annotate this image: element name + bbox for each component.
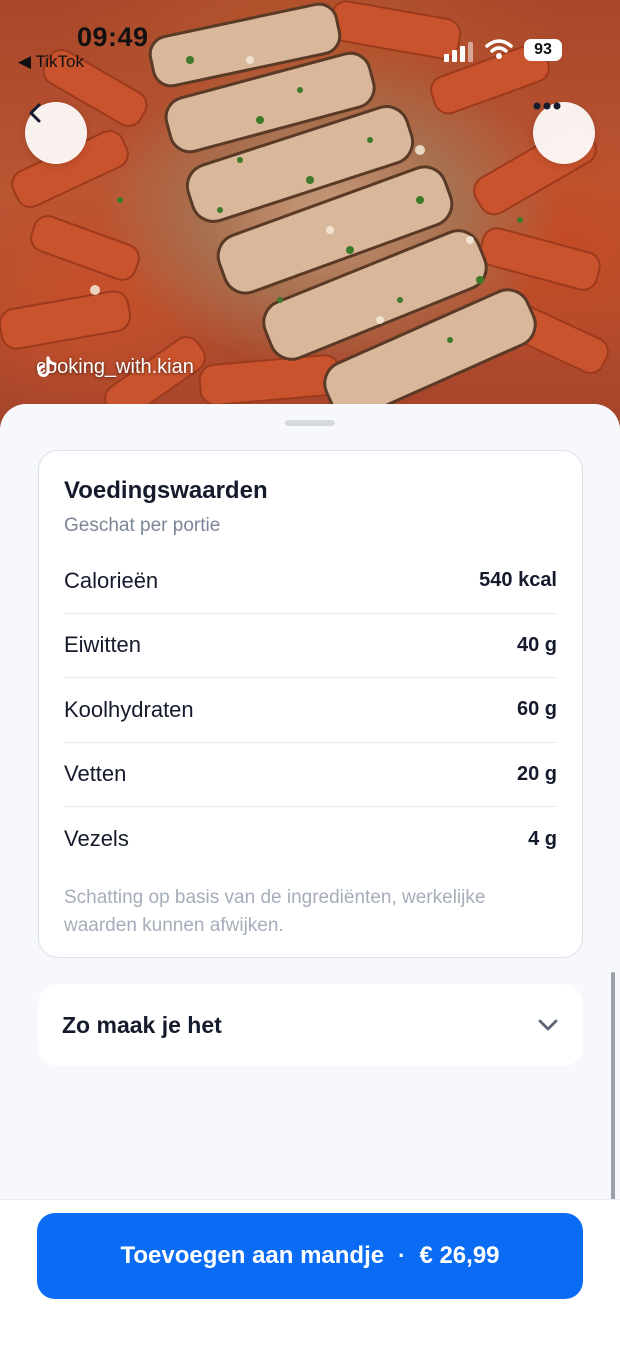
nutrition-table: Calorieën 540 kcal Eiwitten 40 g Koolhyd… (64, 549, 557, 872)
nutrition-row-fiber: Vezels 4 g (64, 807, 557, 872)
nutrition-label: Koolhydraten (64, 696, 194, 722)
nutrition-row-calories: Calorieën 540 kcal (64, 549, 557, 614)
scrollbar[interactable] (611, 972, 615, 1200)
more-dots-icon (533, 102, 561, 110)
bottom-action-bar: Toevoegen aan mandje · € 26,99 (0, 1199, 620, 1348)
cta-separator: · (398, 1243, 406, 1268)
sheet-grabber[interactable] (285, 420, 335, 426)
chevron-down-icon (538, 1019, 558, 1031)
nutrition-row-carbs: Koolhydraten 60 g (64, 678, 557, 743)
tiktok-icon (37, 356, 57, 377)
nutrition-title: Voedingswaarden (64, 477, 268, 504)
add-to-cart-button[interactable]: Toevoegen aan mandje · € 26,99 (37, 1213, 583, 1299)
nutrition-value: 60 g (516, 698, 557, 721)
author-credit[interactable]: cooking_with.kian (36, 356, 194, 379)
nutrition-value: 4 g (528, 827, 557, 850)
instructions-title: Zo maak je het (62, 1011, 222, 1038)
author-name: cooking_with.kian (36, 356, 194, 378)
nutrition-label: Calorieën (64, 567, 159, 593)
back-button[interactable] (25, 102, 87, 164)
nutrition-row-fat: Vetten 20 g (64, 743, 557, 807)
nutrition-card: Voedingswaarden Geschat per portie Calor… (38, 450, 583, 958)
price: € 26,99 (419, 1242, 500, 1269)
nutrition-label: Vezels (64, 826, 129, 852)
nutrition-value: 540 kcal (479, 569, 557, 592)
nutrition-label: Eiwitten (64, 632, 142, 658)
add-to-cart-label: Toevoegen aan mandje (120, 1242, 385, 1269)
nutrition-label: Vetten (64, 761, 127, 787)
nutrition-row-protein: Eiwitten 40 g (64, 614, 557, 678)
recipe-hero-image: 09:49 ◀ TikTok 93 cooking_with.kian (0, 0, 620, 430)
nutrition-value: 40 g (516, 633, 557, 656)
nutrition-value: 20 g (516, 762, 557, 785)
status-back-to-app[interactable]: ◀ TikTok (18, 52, 84, 72)
status-time: 09:49 (77, 22, 149, 52)
battery-indicator: 93 (524, 39, 562, 61)
nutrition-disclaimer: Schatting op basis van de ingrediënten, … (64, 886, 486, 936)
more-options-button[interactable] (533, 102, 595, 164)
chevron-left-icon (29, 103, 41, 123)
nutrition-subtitle: Geschat per portie (64, 515, 221, 536)
instructions-accordion[interactable]: Zo maak je het (38, 984, 583, 1066)
